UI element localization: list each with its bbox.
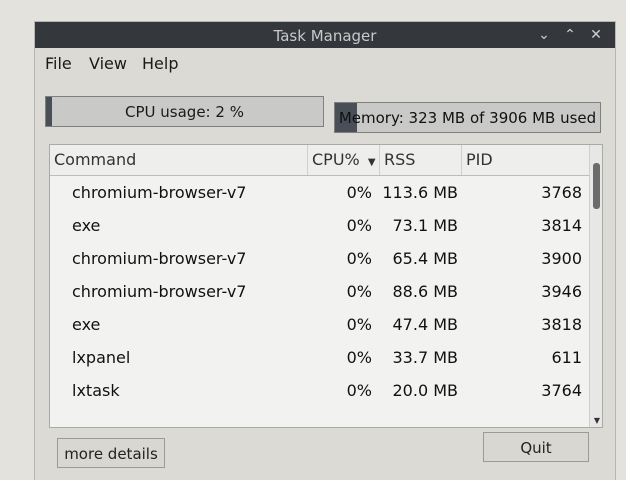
table-scrollbar[interactable]: ▼ — [589, 145, 602, 427]
column-pid[interactable]: PID — [462, 145, 590, 175]
table-row[interactable]: lxpanel 0% 33.7 MB 611 — [50, 342, 590, 375]
scrollbar-thumb[interactable] — [593, 163, 600, 209]
cell-rss: 65.4 MB — [392, 249, 459, 268]
cpu-usage-label: CPU usage: 2 % — [125, 103, 244, 121]
cell-command: exe — [72, 216, 101, 235]
cell-command: exe — [72, 315, 101, 334]
sort-down-icon: ▼ — [367, 157, 376, 168]
column-command[interactable]: Command — [50, 145, 308, 175]
close-icon[interactable]: ✕ — [587, 26, 605, 44]
table-header: Command CPU% ▼ RSS PID — [50, 145, 590, 176]
memory-usage-bar: Memory: 323 MB of 3906 MB used — [334, 102, 601, 133]
cell-command: chromium-browser-v7 — [72, 183, 247, 202]
title-bar[interactable]: Task Manager ⌄ ⌃ ✕ — [35, 22, 615, 48]
process-table: Command CPU% ▼ RSS PID chromium-browser-… — [49, 144, 603, 428]
cell-command: lxtask — [72, 381, 120, 400]
cell-cpu: 0% — [346, 183, 372, 202]
maximize-icon[interactable]: ⌃ — [561, 26, 579, 44]
cell-pid: 3768 — [541, 183, 582, 202]
column-cpu[interactable]: CPU% ▼ — [308, 145, 380, 175]
cell-rss: 47.4 MB — [392, 315, 459, 334]
cell-pid: 611 — [551, 348, 582, 367]
menu-file[interactable]: File — [45, 54, 72, 73]
cell-pid: 3900 — [541, 249, 582, 268]
window-title: Task Manager — [273, 27, 377, 45]
menu-view[interactable]: View — [89, 54, 127, 73]
cell-rss: 20.0 MB — [392, 381, 459, 400]
cpu-usage-bar: CPU usage: 2 % — [45, 96, 324, 127]
table-row[interactable]: lxtask 0% 20.0 MB 3764 — [50, 375, 590, 408]
cell-rss: 88.6 MB — [392, 282, 459, 301]
table-row[interactable]: exe 0% 73.1 MB 3814 — [50, 210, 590, 243]
memory-usage-label: Memory: 323 MB of 3906 MB used — [338, 109, 597, 127]
cell-command: chromium-browser-v7 — [72, 249, 247, 268]
scroll-down-icon[interactable]: ▼ — [594, 416, 600, 425]
cell-cpu: 0% — [346, 348, 372, 367]
cell-cpu: 0% — [346, 381, 372, 400]
cell-rss: 113.6 MB — [382, 183, 458, 202]
cell-rss: 73.1 MB — [392, 216, 459, 235]
menu-bar: File View Help — [35, 50, 615, 76]
column-cpu-label: CPU% — [312, 150, 360, 169]
task-manager-window: Task Manager ⌄ ⌃ ✕ File View Help CPU us… — [35, 22, 615, 480]
table-row[interactable]: chromium-browser-v7 0% 65.4 MB 3900 — [50, 243, 590, 276]
menu-help[interactable]: Help — [142, 54, 178, 73]
cell-pid: 3946 — [541, 282, 582, 301]
cell-cpu: 0% — [346, 216, 372, 235]
minimize-icon[interactable]: ⌄ — [535, 26, 553, 44]
column-rss[interactable]: RSS — [380, 145, 462, 175]
cell-cpu: 0% — [346, 315, 372, 334]
table-row[interactable]: chromium-browser-v7 0% 113.6 MB 3768 — [50, 177, 590, 210]
more-details-button[interactable]: more details — [57, 438, 165, 468]
table-row[interactable]: exe 0% 47.4 MB 3818 — [50, 309, 590, 342]
cell-rss: 33.7 MB — [392, 348, 459, 367]
quit-button[interactable]: Quit — [483, 432, 589, 462]
table-row[interactable]: chromium-browser-v7 0% 88.6 MB 3946 — [50, 276, 590, 309]
cell-pid: 3818 — [541, 315, 582, 334]
cell-cpu: 0% — [346, 249, 372, 268]
cell-pid: 3764 — [541, 381, 582, 400]
cell-pid: 3814 — [541, 216, 582, 235]
cell-cpu: 0% — [346, 282, 372, 301]
cell-command: chromium-browser-v7 — [72, 282, 247, 301]
cell-command: lxpanel — [72, 348, 131, 367]
